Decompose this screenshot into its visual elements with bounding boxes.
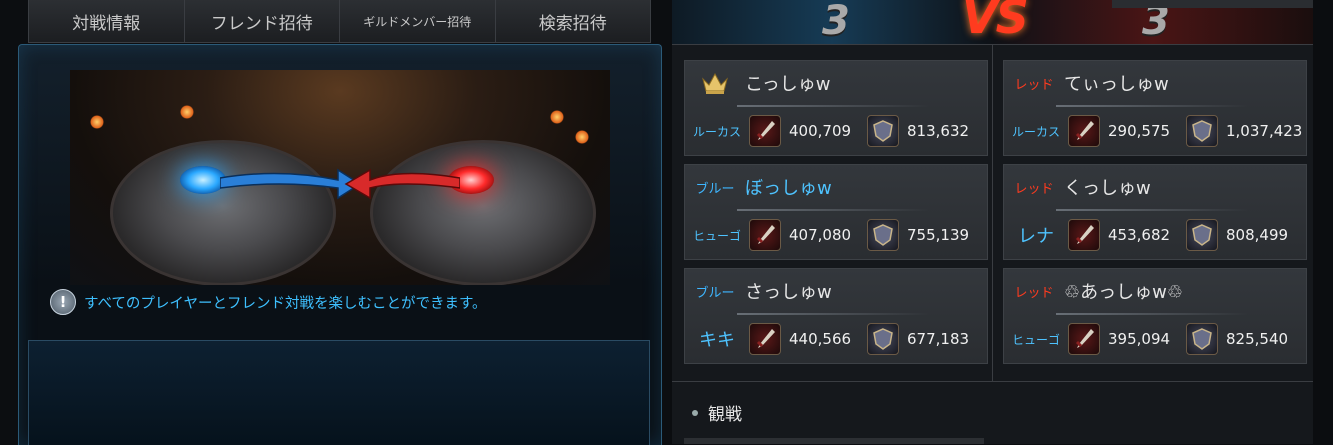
defense-icon xyxy=(867,219,899,251)
tab-guild-invite[interactable]: ギルドメンバー招待 xyxy=(339,0,496,43)
attack-value: 400,709 xyxy=(789,122,852,140)
player-class: ルーカス xyxy=(692,124,741,139)
tab-search-invite[interactable]: 検索招待 xyxy=(494,0,651,43)
player-name: くっしゅw xyxy=(1064,178,1151,199)
spectate-list-item[interactable] xyxy=(684,438,984,444)
teams: こっしゅw ルーカス 400,709 813,632 ブルー ぼっしゅw ヒュー… xyxy=(672,44,1313,382)
defense-value: 813,632 xyxy=(907,122,970,140)
team-label: レッド xyxy=(1014,77,1054,93)
vs-label: VS xyxy=(962,0,1029,44)
attack-value: 453,682 xyxy=(1108,226,1171,244)
defense-icon xyxy=(867,115,899,147)
player-name: さっしゅw xyxy=(745,282,832,303)
attack-value: 395,094 xyxy=(1108,330,1171,348)
attack-icon xyxy=(749,115,781,147)
crown-icon xyxy=(685,71,745,95)
player-class: ヒューゴ xyxy=(1011,332,1060,347)
defense-icon xyxy=(867,323,899,355)
attack-value: 440,566 xyxy=(789,330,852,348)
attack-value: 407,080 xyxy=(789,226,852,244)
player-card-blue-2[interactable]: ブルー ぼっしゅw ヒューゴ 407,080 755,139 xyxy=(684,164,988,260)
player-name: こっしゅw xyxy=(745,74,831,95)
score-bar: 3 VS 3 xyxy=(672,0,1313,44)
info-icon: ! xyxy=(50,289,76,315)
tab-match-info[interactable]: 対戦情報 xyxy=(28,0,185,43)
tab-friend-invite[interactable]: フレンド招待 xyxy=(183,0,340,43)
player-class: ヒューゴ xyxy=(692,228,741,243)
defense-icon xyxy=(1186,219,1218,251)
attack-value: 290,575 xyxy=(1108,122,1171,140)
attack-icon xyxy=(749,219,781,251)
spectate-section: 観戦 xyxy=(692,400,742,425)
player-card-red-2[interactable]: レッド くっしゅw レナ 453,682 808,499 xyxy=(1003,164,1307,260)
notice: ! すべてのプレイヤーとフレンド対戦を楽しむことができます。 xyxy=(50,289,487,315)
player-card-blue-1[interactable]: こっしゅw ルーカス 400,709 813,632 xyxy=(684,60,988,156)
attack-icon xyxy=(1068,115,1100,147)
defense-value: 1,037,423 xyxy=(1226,122,1303,140)
player-name: ♲あっしゅw♲ xyxy=(1064,282,1183,303)
attack-icon xyxy=(1068,323,1100,355)
left-panel: 対戦情報 フレンド招待 ギルドメンバー招待 検索招待 ! すべてのプレイヤーとフ… xyxy=(0,0,670,445)
spectate-label: 観戦 xyxy=(708,405,742,425)
team-label: ブルー xyxy=(695,285,735,301)
team-label: ブルー xyxy=(695,181,735,197)
defense-icon xyxy=(1186,323,1218,355)
attack-icon xyxy=(1068,219,1100,251)
player-card-red-1[interactable]: レッド てぃっしゅw ルーカス 290,575 1,037,423 xyxy=(1003,60,1307,156)
lower-content-box xyxy=(28,340,650,445)
right-panel: 3 VS 3 こっしゅw ルーカス 400,709 813,632 ブルー ぼっ… xyxy=(672,0,1313,444)
attack-icon xyxy=(749,323,781,355)
team-divider xyxy=(992,45,993,381)
tab-bar: 対戦情報 フレンド招待 ギルドメンバー招待 検索招待 xyxy=(28,0,651,44)
defense-value: 677,183 xyxy=(907,330,970,348)
player-card-blue-3[interactable]: ブルー さっしゅw キキ 440,566 677,183 xyxy=(684,268,988,364)
notice-text: すべてのプレイヤーとフレンド対戦を楽しむことができます。 xyxy=(84,295,487,312)
defense-value: 808,499 xyxy=(1226,226,1289,244)
player-name: てぃっしゅw xyxy=(1064,74,1169,95)
defense-value: 825,540 xyxy=(1226,330,1289,348)
right-edge xyxy=(1313,0,1333,444)
top-button[interactable] xyxy=(1112,0,1313,8)
blue-score: 3 xyxy=(822,0,850,44)
arena-illustration xyxy=(70,70,610,285)
player-class: キキ xyxy=(699,330,735,351)
player-card-red-3[interactable]: レッド ♲あっしゅw♲ ヒューゴ 395,094 825,540 xyxy=(1003,268,1307,364)
bullet-icon xyxy=(692,409,698,416)
team-label: レッド xyxy=(1014,181,1054,197)
team-label: レッド xyxy=(1014,285,1054,301)
defense-value: 755,139 xyxy=(907,226,970,244)
player-name: ぼっしゅw xyxy=(745,178,832,199)
defense-icon xyxy=(1186,115,1218,147)
versus-arrows-icon xyxy=(220,168,460,200)
player-class: レナ xyxy=(1018,226,1054,247)
player-class: ルーカス xyxy=(1011,124,1060,139)
